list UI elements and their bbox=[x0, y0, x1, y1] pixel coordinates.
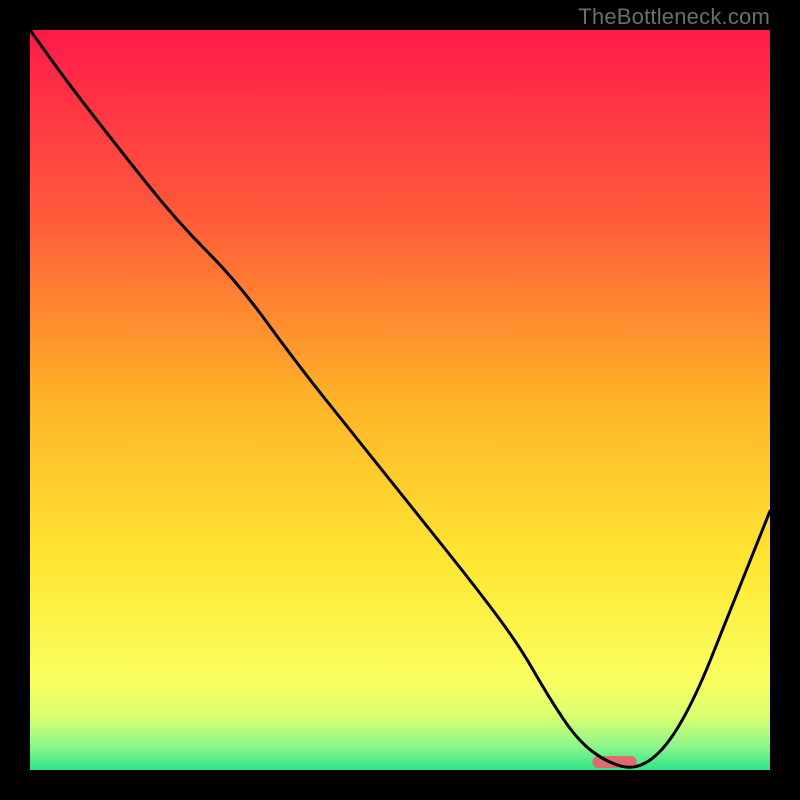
chart-frame: TheBottleneck.com bbox=[0, 0, 800, 800]
chart-svg bbox=[30, 30, 770, 770]
watermark-text: TheBottleneck.com bbox=[578, 4, 770, 30]
plot-area bbox=[30, 30, 770, 770]
gradient-background bbox=[30, 30, 770, 770]
